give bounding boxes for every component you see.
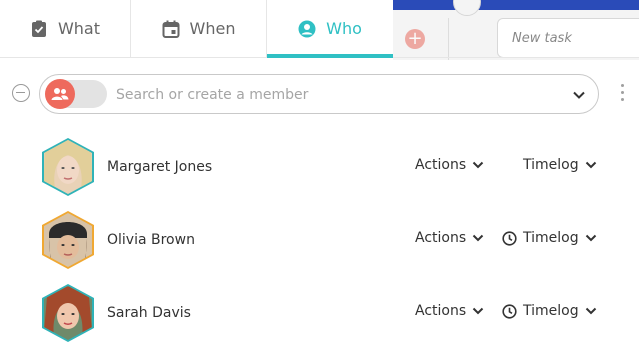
calendar-icon	[162, 20, 180, 38]
chevron-down-icon[interactable]	[572, 87, 586, 101]
actions-label: Actions	[415, 303, 467, 319]
tab-label: What	[57, 19, 101, 38]
tab-what[interactable]: What	[0, 0, 131, 57]
background-task-board: + New task	[393, 0, 639, 60]
timelog-dropdown[interactable]: Timelog	[502, 230, 597, 246]
actions-dropdown[interactable]: Actions	[415, 157, 484, 173]
more-options-icon[interactable]	[621, 84, 625, 102]
timelog-dropdown[interactable]: Timelog	[523, 157, 597, 173]
background-header-bar	[393, 0, 639, 10]
clipboard-check-icon	[30, 20, 48, 38]
member-name: Olivia Brown	[107, 232, 195, 248]
member-search-input[interactable]	[114, 84, 558, 106]
clock-icon	[502, 230, 517, 246]
member-name: Margaret Jones	[107, 159, 213, 175]
background-divider	[448, 18, 449, 60]
chevron-down-icon	[472, 307, 484, 315]
timelog-label: Timelog	[523, 157, 579, 173]
actions-dropdown[interactable]: Actions	[415, 230, 484, 246]
timelog-label: Timelog	[523, 230, 579, 246]
chevron-down-icon	[472, 161, 484, 169]
avatar	[41, 137, 95, 197]
background-add-icon: +	[405, 29, 425, 49]
chevron-down-icon	[585, 161, 596, 169]
actions-dropdown[interactable]: Actions	[415, 303, 484, 319]
member-row: Olivia Brown Actions Timelog	[0, 210, 639, 274]
avatar	[41, 283, 95, 343]
member-name: Sarah Davis	[107, 305, 191, 321]
actions-label: Actions	[415, 230, 467, 246]
timelog-dropdown[interactable]: Timelog	[502, 303, 597, 319]
tab-label: Who	[326, 19, 362, 38]
tab-label: When	[189, 19, 236, 38]
actions-label: Actions	[415, 157, 467, 173]
member-search-box	[39, 74, 599, 114]
chevron-down-icon	[585, 307, 596, 315]
background-circle	[453, 0, 481, 16]
tab-bar: What When Who	[0, 0, 393, 58]
chevron-down-icon	[585, 234, 596, 242]
member-row: Sarah Davis Actions Timelog	[0, 283, 639, 347]
tab-when[interactable]: When	[131, 0, 267, 57]
group-toggle[interactable]	[45, 79, 107, 109]
timelog-label: Timelog	[523, 303, 579, 319]
group-icon	[45, 79, 75, 109]
clock-icon	[502, 303, 517, 319]
user-circle-icon	[298, 20, 316, 38]
background-new-task-field: New task	[497, 18, 639, 58]
member-row: Margaret Jones Actions Timelog	[0, 137, 639, 201]
chevron-down-icon	[472, 234, 484, 242]
avatar	[41, 210, 95, 270]
tab-who[interactable]: Who	[267, 0, 393, 58]
collapse-icon[interactable]	[12, 84, 30, 102]
